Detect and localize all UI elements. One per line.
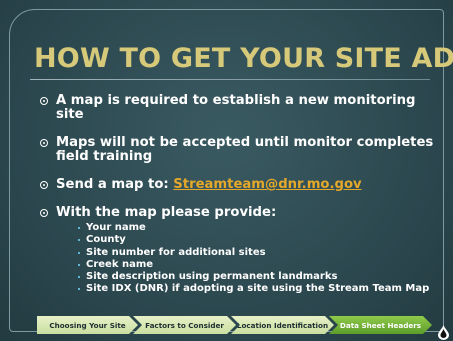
email-link[interactable]: Streamteam@dnr.mo.gov [173, 177, 361, 192]
nav-data-sheet-headers[interactable]: Data Sheet Headers [329, 316, 432, 334]
list-item: Creek name [78, 259, 435, 271]
bullet-text: A map is required to establish a new mon… [56, 93, 416, 122]
bullet-text: With the map please provide: [56, 205, 277, 220]
list-item: Site IDX (DNR) if adopting a site using … [78, 283, 435, 295]
circle-dot-icon [40, 97, 48, 105]
circle-dot-icon [40, 139, 48, 147]
square-bullet-icon [78, 288, 80, 291]
list-item: Your name [78, 222, 435, 234]
circle-dot-icon [40, 209, 48, 217]
bullet-text: Maps will not be accepted until monitor … [56, 135, 434, 164]
provide-list: Your name County Site number for additio… [78, 222, 435, 296]
title-divider [30, 79, 430, 80]
water-drop-icon [438, 325, 449, 340]
bullet-list: A map is required to establish a new mon… [40, 94, 435, 296]
square-bullet-icon [78, 251, 80, 254]
slide: HOW TO GET YOUR SITE ADDED A map is requ… [0, 0, 453, 341]
list-item: County [78, 234, 435, 246]
section-nav: Choosing Your Site Factors to Consider L… [37, 316, 435, 334]
nav-location-identification[interactable]: Location Identification [231, 316, 334, 334]
square-bullet-icon [78, 276, 80, 279]
bullet-text: Send a map to: [56, 177, 174, 192]
bullet-send-map: Send a map to: Streamteam@dnr.mo.gov [40, 178, 435, 192]
bullet-please-provide: With the map please provide: Your name C… [40, 206, 435, 296]
square-bullet-icon [78, 239, 80, 242]
bullet-field-training: Maps will not be accepted until monitor … [40, 136, 435, 164]
bullet-map-required: A map is required to establish a new mon… [40, 94, 435, 122]
square-bullet-icon [78, 263, 80, 266]
list-item: Site description using permanent landmar… [78, 271, 435, 283]
slide-title: HOW TO GET YOUR SITE ADDED [34, 43, 453, 74]
nav-choosing-your-site[interactable]: Choosing Your Site [37, 316, 138, 334]
square-bullet-icon [78, 227, 80, 229]
circle-dot-icon [40, 181, 48, 189]
nav-factors-to-consider[interactable]: Factors to Consider [133, 316, 236, 334]
list-item: Site number for additional sites [78, 247, 435, 259]
